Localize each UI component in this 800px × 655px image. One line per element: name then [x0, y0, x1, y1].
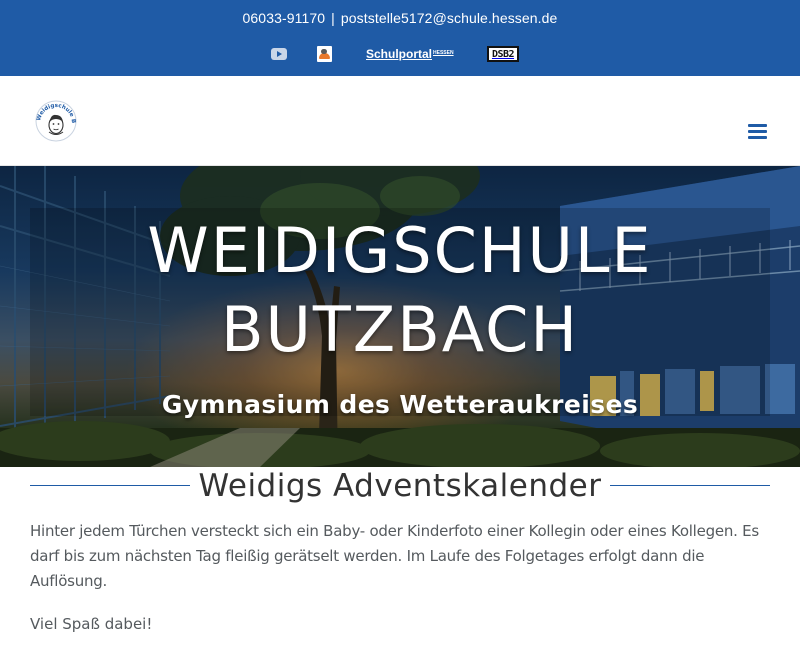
school-logo[interactable]: Weidigschule Butzbach — [32, 95, 78, 143]
hero-title-line1: WEIDIGSCHULE — [147, 214, 653, 287]
school-logo-icon: Weidigschule Butzbach — [32, 95, 77, 142]
site-header: Weidigschule Butzbach — [0, 76, 800, 166]
dsb-label: DSB2 — [487, 46, 519, 62]
contact-line: 06033-91170 | poststelle5172@schule.hessen… — [0, 10, 800, 26]
paragraph-closing: Viel Spaß dabei! — [30, 615, 153, 633]
section-heading: Weidigs Adventskalender — [30, 467, 770, 505]
hero-subtitle: Gymnasium des Wetteraukreises — [161, 390, 639, 419]
email-link[interactable]: poststelle5172@schule.hessen.de — [341, 10, 558, 26]
hero-banner: WEIDIGSCHULE BUTZBACH Gymnasium des Wett… — [0, 166, 800, 467]
moodle-icon[interactable] — [317, 45, 333, 63]
top-bar: 06033-91170 | poststelle5172@schule.hessen… — [0, 0, 800, 76]
schulportal-sup: HESSEN — [433, 50, 454, 56]
social-links: Schulportal HESSEN DSB2 — [0, 45, 800, 63]
schulportal-label: Schulportal — [366, 47, 433, 61]
schulportal-link[interactable]: Schulportal HESSEN — [366, 45, 454, 63]
paragraph-intro: Hinter jedem Türchen versteckt sich ein … — [30, 522, 759, 590]
hamburger-menu-icon[interactable] — [748, 124, 767, 139]
article-body: Hinter jedem Türchen versteckt sich ein … — [30, 519, 775, 655]
section-title: Weidigs Adventskalender — [198, 468, 602, 504]
phone-number[interactable]: 06033-91170 — [243, 10, 326, 26]
youtube-icon[interactable] — [271, 45, 288, 63]
contact-separator: | — [331, 10, 335, 26]
hero-title-line2: BUTZBACH — [220, 293, 580, 366]
dsb-icon[interactable]: DSB2 — [487, 45, 519, 63]
heading-divider-right — [610, 485, 770, 486]
